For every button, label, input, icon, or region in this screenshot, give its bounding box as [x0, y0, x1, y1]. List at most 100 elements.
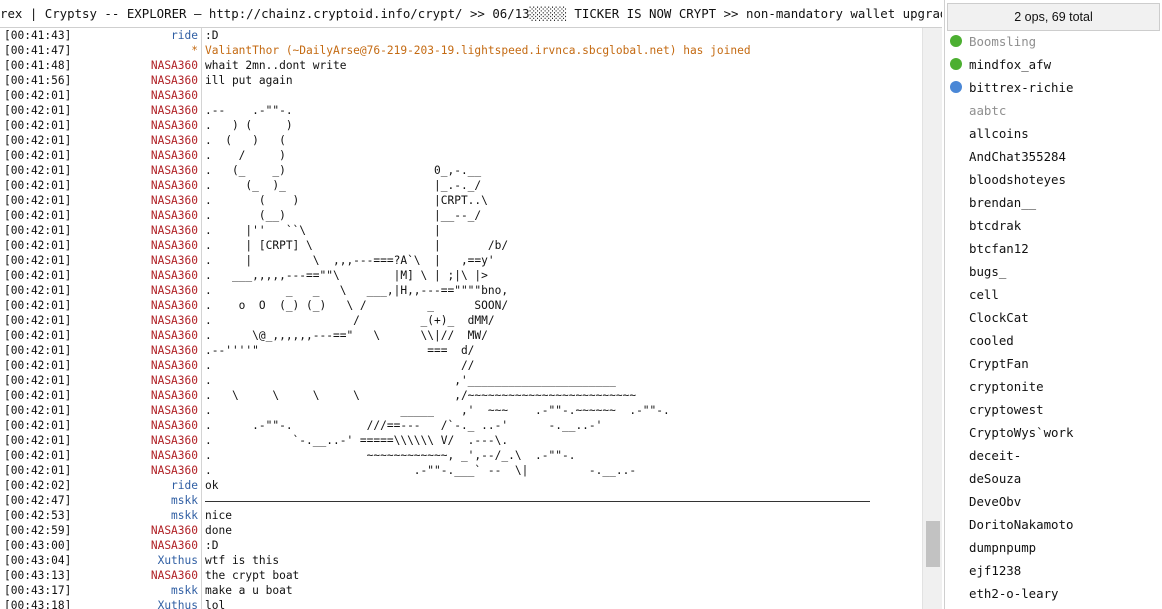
message-timestamp: [00:43:17] [4, 584, 72, 597]
message-nick[interactable]: NASA360 [76, 223, 198, 238]
user-list-item[interactable]: ClockCat [945, 306, 1162, 329]
message-nick[interactable]: NASA360 [76, 538, 198, 553]
message-nick[interactable]: NASA360 [76, 403, 198, 418]
chat-message: [00:43:13] NASA360 the crypt boat [0, 568, 922, 583]
horizontal-rule-message [205, 493, 870, 502]
user-list-item[interactable]: allcoins [945, 122, 1162, 145]
message-nick[interactable]: Xuthus [76, 598, 198, 609]
chat-scrollbar[interactable] [922, 28, 942, 609]
user-name: cryptowest [969, 402, 1044, 417]
user-list-item[interactable]: CryptFan [945, 352, 1162, 375]
chat-message: [00:42:01] NASA360 . \ \ \ \ ,/~~~~~~~~~~~… [0, 388, 922, 403]
user-name: eth2-o-leary [969, 586, 1059, 601]
message-text: . ) ( ) [205, 119, 293, 132]
user-list-item[interactable]: btcfan12 [945, 237, 1162, 260]
user-list-item[interactable]: brendan__ [945, 191, 1162, 214]
user-name: bloodshoteyes [969, 172, 1066, 187]
message-nick[interactable]: NASA360 [76, 118, 198, 133]
message-timestamp: [00:42:01] [4, 464, 72, 477]
user-list-item[interactable]: Boomsling [945, 30, 1162, 53]
user-list-item[interactable]: AndChat355284 [945, 145, 1162, 168]
message-nick[interactable]: NASA360 [76, 178, 198, 193]
message-nick[interactable]: NASA360 [76, 418, 198, 433]
message-nick[interactable]: NASA360 [76, 463, 198, 478]
user-list-item[interactable]: DoritoNakamoto [945, 513, 1162, 536]
message-nick[interactable]: NASA360 [76, 343, 198, 358]
channel-topic-bar[interactable]: rex | Cryptsy -- EXPLORER — http://chain… [0, 0, 942, 28]
message-nick[interactable]: NASA360 [76, 133, 198, 148]
user-list-item[interactable]: aabtc [945, 99, 1162, 122]
message-text: the crypt boat [205, 569, 300, 582]
message-nick[interactable]: NASA360 [76, 388, 198, 403]
user-list-item[interactable]: btcdrak [945, 214, 1162, 237]
message-timestamp: [00:42:02] [4, 479, 72, 492]
message-nick[interactable]: NASA360 [76, 73, 198, 88]
message-nick[interactable]: ride [76, 28, 198, 43]
message-nick[interactable]: NASA360 [76, 523, 198, 538]
user-list-item[interactable]: bittrex-richie [945, 76, 1162, 99]
message-nick[interactable]: NASA360 [76, 253, 198, 268]
message-nick[interactable]: NASA360 [76, 88, 198, 103]
user-list-item[interactable]: cryptowest [945, 398, 1162, 421]
message-timestamp: [00:42:01] [4, 254, 72, 267]
message-nick[interactable]: NASA360 [76, 103, 198, 118]
message-text: . ( ) ( [205, 134, 286, 147]
message-text: . _ _ \ ___,|H,,---==""""bno, [205, 284, 509, 297]
message-nick[interactable]: Xuthus [76, 553, 198, 568]
message-nick[interactable]: NASA360 [76, 328, 198, 343]
message-nick[interactable]: NASA360 [76, 208, 198, 223]
chat-message: [00:43:18] Xuthus lol [0, 598, 922, 609]
chat-message: [00:42:01] NASA360 . (_ _) 0_,-.__ [0, 163, 922, 178]
user-list-item[interactable]: cooled [945, 329, 1162, 352]
message-nick[interactable]: ride [76, 478, 198, 493]
user-list[interactable]: Boomsling mindfox_afw bittrex-richie aabtc a… [945, 30, 1162, 605]
user-list-item[interactable]: deSouza [945, 467, 1162, 490]
user-list-item[interactable]: eth2-o-leary [945, 582, 1162, 605]
message-nick[interactable]: NASA360 [76, 283, 198, 298]
message-text: . `-.__..-' =====\\\\\\ V/ .---\. [205, 434, 509, 447]
message-nick[interactable]: NASA360 [76, 568, 198, 583]
message-nick[interactable]: mskk [76, 583, 198, 598]
user-list-item[interactable]: CryptoWys`work [945, 421, 1162, 444]
message-nick[interactable]: NASA360 [76, 373, 198, 388]
message-timestamp: [00:42:01] [4, 404, 72, 417]
user-list-item[interactable]: deceit- [945, 444, 1162, 467]
message-timestamp: [00:42:01] [4, 389, 72, 402]
message-nick[interactable]: * [76, 43, 198, 58]
message-text: ValiantThor (~DailyArse@76-219-203-19.li… [205, 44, 751, 57]
nick-column-divider [201, 28, 202, 609]
system-message: [00:41:47] * ValiantThor (~DailyArse@76-21… [0, 43, 922, 58]
user-list-item[interactable]: bugs_ [945, 260, 1162, 283]
message-nick[interactable]: NASA360 [76, 193, 198, 208]
chat-scrollbar-thumb[interactable] [926, 521, 940, 567]
message-text: .-- .-""-. [205, 104, 293, 117]
user-list-item[interactable]: ejf1238 [945, 559, 1162, 582]
message-nick[interactable]: NASA360 [76, 268, 198, 283]
message-nick[interactable]: NASA360 [76, 448, 198, 463]
chat-message: [00:42:01] NASA360 . / _(+)_ dMM/ [0, 313, 922, 328]
op-status-icon [950, 58, 962, 70]
message-nick[interactable]: mskk [76, 508, 198, 523]
message-nick[interactable]: NASA360 [76, 358, 198, 373]
user-list-item[interactable]: cell [945, 283, 1162, 306]
message-nick[interactable]: NASA360 [76, 313, 198, 328]
message-nick[interactable]: NASA360 [76, 163, 198, 178]
user-list-item[interactable]: mindfox_afw [945, 53, 1162, 76]
message-timestamp: [00:42:01] [4, 149, 72, 162]
message-nick[interactable]: NASA360 [76, 433, 198, 448]
message-timestamp: [00:43:00] [4, 539, 72, 552]
user-list-item[interactable]: DeveObv [945, 490, 1162, 513]
message-nick[interactable]: mskk [76, 493, 198, 508]
message-nick[interactable]: NASA360 [76, 238, 198, 253]
user-list-item[interactable]: cryptonite [945, 375, 1162, 398]
message-nick[interactable]: NASA360 [76, 58, 198, 73]
user-list-item[interactable]: dumpnpump [945, 536, 1162, 559]
chat-message: [00:42:01] NASA360 . ___,,,,,---==""\ |M] … [0, 268, 922, 283]
user-list-item[interactable]: bloodshoteyes [945, 168, 1162, 191]
chat-message: [00:42:02] ride ok [0, 478, 922, 493]
message-timestamp: [00:42:01] [4, 449, 72, 462]
chat-log[interactable]: [00:41:43] ride:D [00:41:47] * ValiantThor (… [0, 28, 922, 609]
chat-message: [00:42:01] NASA360 . (_ )_ |_.-._/ [0, 178, 922, 193]
message-nick[interactable]: NASA360 [76, 148, 198, 163]
message-nick[interactable]: NASA360 [76, 298, 198, 313]
